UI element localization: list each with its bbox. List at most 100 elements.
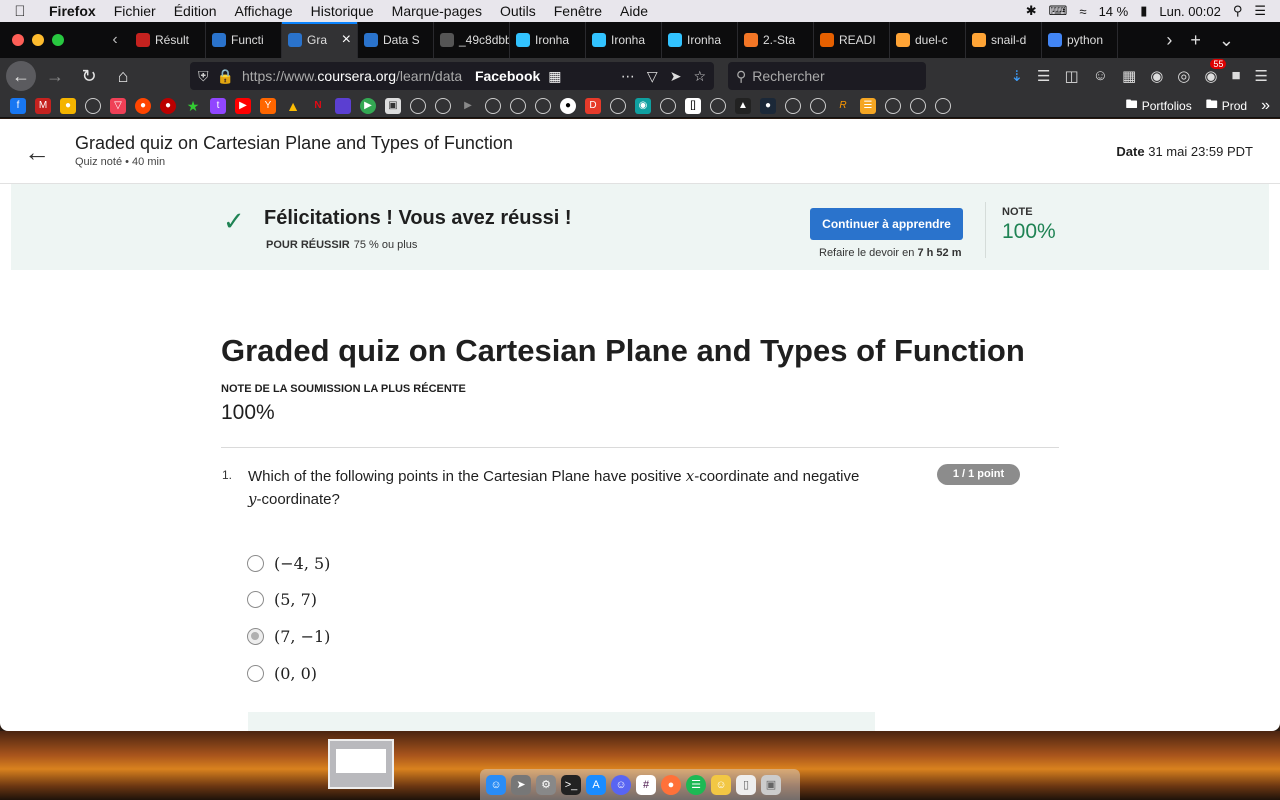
page-actions-icon[interactable]: ⋯ <box>621 68 635 85</box>
answer-option[interactable]: (−4, 5) <box>247 554 330 573</box>
facebook-icon[interactable]: f <box>10 97 26 114</box>
ycombinator-icon[interactable]: Y <box>260 97 276 114</box>
extension-owl-icon[interactable]: ◎ <box>1177 67 1190 85</box>
bookmark-star-icon[interactable]: ☆ <box>693 68 706 85</box>
browser-tab[interactable]: snail-d <box>966 22 1042 58</box>
radio-button[interactable] <box>247 555 264 572</box>
extension-square-icon[interactable]: ■ <box>1231 67 1240 85</box>
radio-button[interactable] <box>247 665 264 682</box>
account-icon[interactable]: ☺ <box>1093 67 1108 85</box>
bookmark-folder-portfolios[interactable]: 🖿 Portfolios <box>1126 95 1192 116</box>
finder-icon[interactable]: ☺ <box>486 774 506 795</box>
star-icon[interactable]: ★ <box>185 98 201 114</box>
globe-icon[interactable] <box>535 97 551 114</box>
bluetooth-icon[interactable]: ✱ <box>1026 3 1037 19</box>
search-input[interactable]: Rechercher <box>752 68 824 84</box>
answer-option[interactable]: (5, 7) <box>247 590 317 609</box>
menu-icon[interactable]: ☰ <box>1255 67 1268 85</box>
menu-app-name[interactable]: Firefox <box>40 3 105 19</box>
terminal-icon[interactable]: >_ <box>561 774 581 795</box>
dark-app-icon[interactable]: ▲ <box>735 97 751 114</box>
answer-option[interactable]: (0, 0) <box>247 664 317 683</box>
tag-icon[interactable]: ➤ <box>670 68 682 85</box>
globe-icon[interactable] <box>485 97 501 114</box>
browser-tab[interactable]: python <box>1042 22 1118 58</box>
bracket-app-icon[interactable]: [] <box>685 97 701 114</box>
globe-icon[interactable] <box>610 97 626 114</box>
scroll-tabs-left-icon[interactable]: ‹ <box>100 31 130 49</box>
clock[interactable]: Lun. 00:02 <box>1159 4 1220 19</box>
sidebar-icon[interactable]: ◫ <box>1065 67 1079 85</box>
globe-icon[interactable] <box>785 97 801 114</box>
lock-icon[interactable]: 🔒 <box>217 68 234 85</box>
control-center-icon[interactable]: ☰ <box>1254 3 1266 19</box>
extension-eye-icon[interactable]: ◉ <box>1150 67 1163 85</box>
google-drive-icon[interactable]: ▲ <box>285 98 301 114</box>
slack-icon[interactable]: # <box>636 774 656 795</box>
stripes-app-icon[interactable]: ☰ <box>860 97 876 114</box>
menu-fichier[interactable]: Fichier <box>105 3 165 19</box>
browser-tab[interactable]: Ironha <box>586 22 662 58</box>
ublock-icon[interactable]: ◉ 55 <box>1204 59 1227 85</box>
globe-icon[interactable] <box>885 97 901 114</box>
more-bookmarks-icon[interactable]: » <box>1261 97 1270 115</box>
browser-tab[interactable]: Résult <box>130 22 206 58</box>
globe-icon[interactable] <box>410 97 426 114</box>
globe-icon[interactable] <box>510 97 526 114</box>
extension-grid-icon[interactable]: ▦ <box>1122 67 1136 85</box>
globe-icon[interactable] <box>660 97 676 114</box>
browser-tab[interactable]: Ironha <box>662 22 738 58</box>
menu-outils[interactable]: Outils <box>491 3 545 19</box>
browser-tab[interactable]: Data S <box>358 22 434 58</box>
menu-affichage[interactable]: Affichage <box>226 3 302 19</box>
library-icon[interactable]: ☰ <box>1037 67 1050 85</box>
url-text[interactable]: https://www.coursera.org/learn/data <box>242 68 467 84</box>
play-green-icon[interactable]: ▶ <box>360 97 376 114</box>
menu-marque-pages[interactable]: Marque-pages <box>383 3 491 19</box>
app-store-icon[interactable]: A <box>586 774 606 795</box>
continue-learning-button[interactable]: Continuer à apprendre <box>810 208 963 240</box>
d-app-icon[interactable]: D <box>585 97 601 114</box>
twitch-icon[interactable]: t <box>210 97 226 114</box>
system-preferences-icon[interactable]: ⚙ <box>536 774 556 795</box>
trash-icon[interactable]: ▣ <box>761 774 781 795</box>
scroll-tabs-right-icon[interactable]: › <box>1166 30 1172 51</box>
answer-option-selected[interactable]: (7, −1) <box>247 627 330 646</box>
discord-icon[interactable]: ☺ <box>611 774 631 795</box>
reload-button[interactable]: ↻ <box>74 61 104 91</box>
browser-tab[interactable]: 2.-Sta <box>738 22 814 58</box>
downloads-folder-icon[interactable]: ☺ <box>711 774 731 795</box>
close-tab-icon[interactable]: × <box>342 31 351 49</box>
menu-edition[interactable]: Édition <box>165 3 226 19</box>
globe-icon[interactable] <box>710 97 726 114</box>
forward-button[interactable]: → <box>40 61 70 91</box>
url-bar[interactable]: ⛨ 🔒 https://www.coursera.org/learn/data … <box>190 62 714 90</box>
apple-icon[interactable]:  <box>0 3 40 20</box>
keyboard-icon[interactable]: ⌨ <box>1049 3 1068 19</box>
list-all-tabs-icon[interactable]: ⌄ <box>1219 30 1234 51</box>
dark-red-circle-icon[interactable]: ● <box>160 97 176 114</box>
pocket-icon[interactable]: ▽ <box>647 68 658 85</box>
window-thumbnail[interactable] <box>328 739 394 789</box>
netflix-icon[interactable]: N <box>310 98 326 114</box>
tracking-shield-icon[interactable]: ⛨ <box>198 68 209 85</box>
window-icon[interactable]: ▣ <box>385 97 401 114</box>
browser-tab[interactable]: Functi <box>206 22 282 58</box>
play-grey-icon[interactable]: ▶ <box>460 98 476 114</box>
globe-icon[interactable] <box>935 97 951 114</box>
browser-tab[interactable]: _49c8dbbf <box>434 22 510 58</box>
browser-tab[interactable]: Gra × <box>282 22 358 58</box>
home-button[interactable]: ⌂ <box>108 61 138 91</box>
globe-icon[interactable] <box>910 97 926 114</box>
globe-icon[interactable] <box>435 97 451 114</box>
menu-aide[interactable]: Aide <box>611 3 657 19</box>
wifi-icon[interactable]: ≈ <box>1079 4 1086 19</box>
pocket-bookmark-icon[interactable]: ▽ <box>110 97 126 114</box>
purple-app-icon[interactable] <box>335 97 351 114</box>
r-app-icon[interactable]: R <box>835 98 851 114</box>
documents-icon[interactable]: ▯ <box>736 774 756 795</box>
globe-icon[interactable] <box>810 97 826 114</box>
close-window-button[interactable] <box>12 34 24 46</box>
browser-tab[interactable]: duel-c <box>890 22 966 58</box>
search-bar[interactable]: ⚲ Rechercher <box>728 62 926 90</box>
